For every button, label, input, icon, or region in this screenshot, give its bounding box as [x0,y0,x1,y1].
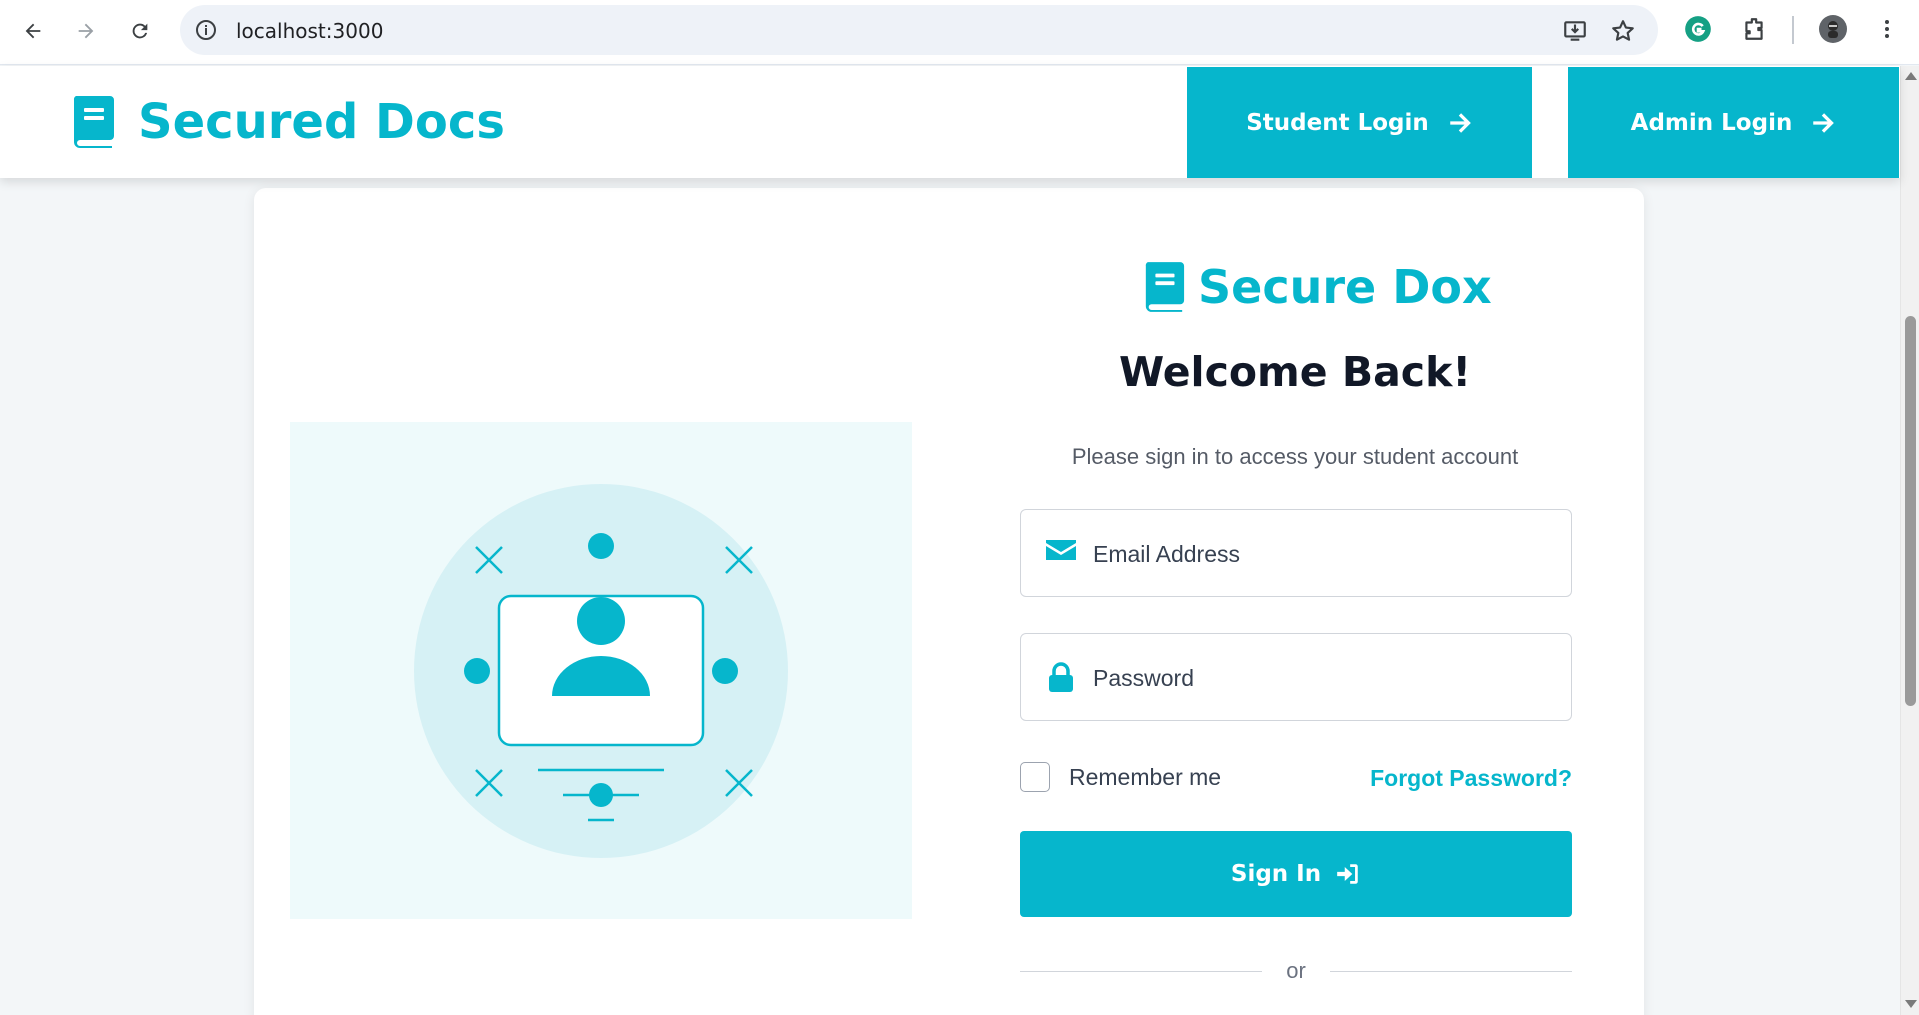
url-text[interactable]: localhost:3000 [236,19,383,43]
lock-icon [1049,662,1073,692]
welcome-heading: Welcome Back! [1118,348,1472,396]
envelope-icon [1046,540,1076,560]
divider-right [1330,971,1572,972]
toolbar-separator [1792,16,1794,44]
book-icon [73,96,114,148]
remember-me-label[interactable]: Remember me [1069,764,1221,791]
bookmark-star-icon[interactable] [1610,18,1636,44]
profile-avatar[interactable] [1818,14,1848,44]
password-input[interactable] [1093,660,1553,696]
scroll-down-arrow-icon[interactable] [1905,1000,1917,1008]
more-menu-icon[interactable] [1872,14,1902,44]
reload-icon[interactable] [121,12,159,50]
forward-arrow-icon[interactable] [67,12,105,50]
book-icon [1145,262,1185,312]
admin-login-label: Admin Login [1630,109,1793,136]
remember-me[interactable]: Remember me [1020,762,1221,792]
install-app-icon[interactable] [1562,18,1588,44]
login-subtitle: Please sign in to access your student ac… [1071,444,1519,469]
arrow-right-icon [1813,112,1835,133]
back-arrow-icon[interactable] [14,12,52,50]
site-info-icon[interactable] [194,18,218,42]
page-scrollbar[interactable] [1900,66,1919,1015]
divider-or-text: or [1286,958,1306,983]
email-input[interactable] [1093,536,1553,572]
brand-logo[interactable]: Secured Docs [70,94,505,150]
form-logo-text: Secure Dox [1198,260,1492,314]
divider-left [1020,971,1262,972]
sign-in-button[interactable]: Sign In [1020,831,1572,917]
login-card: Secure Dox Welcome Back! Please sign in … [254,188,1644,1015]
scroll-thumb[interactable] [1905,316,1916,706]
forgot-password-link[interactable]: Forgot Password? [1334,765,1572,792]
password-field[interactable] [1020,633,1572,721]
arrow-right-icon [1450,112,1471,133]
sign-in-icon [1337,864,1358,884]
sign-in-label: Sign In [1230,861,1322,887]
email-field[interactable] [1020,509,1572,597]
address-bar[interactable]: localhost:3000 [180,5,1658,55]
brand-name: Secured Docs [138,94,505,150]
student-login-label: Student Login [1246,109,1429,136]
grammarly-icon[interactable] [1683,14,1713,44]
form-logo: Secure Dox [1142,260,1492,314]
app-header: Secured Docs Student Login Admin Login [0,66,1900,178]
admin-login-button[interactable]: Admin Login [1568,67,1899,178]
browser-toolbar: localhost:3000 [0,0,1919,65]
login-illustration [290,422,912,919]
student-login-button[interactable]: Student Login [1187,67,1532,178]
remember-me-checkbox[interactable] [1020,762,1050,792]
scroll-up-arrow-icon[interactable] [1905,72,1917,80]
extensions-icon[interactable] [1739,14,1769,44]
